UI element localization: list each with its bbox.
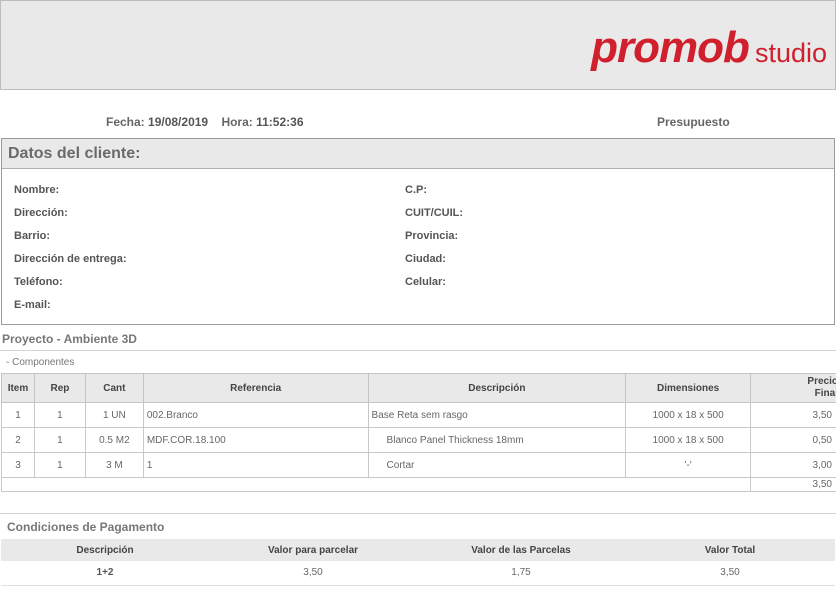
cell-cant: 0.5 M2 bbox=[84, 427, 144, 453]
fecha-value: 19/08/2019 bbox=[148, 115, 209, 129]
field-direccion: Dirección: bbox=[14, 207, 68, 219]
logo-main-text: promob bbox=[591, 23, 750, 72]
field-cuit: CUIT/CUIL: bbox=[405, 207, 464, 219]
cell-price: 3,00 bbox=[750, 452, 836, 478]
cell-rep: 1 bbox=[33, 402, 86, 428]
components-section-label: - Componentes bbox=[6, 357, 75, 368]
pay-col-descripcion: Descripción bbox=[1, 539, 209, 561]
col-rep: Rep bbox=[33, 373, 86, 403]
pay-cell-valor-total: 3,50 bbox=[625, 561, 835, 586]
cell-ref: MDF.COR.18.100 bbox=[142, 427, 369, 453]
client-box: Datos del cliente: Nombre: Dirección: Ba… bbox=[1, 138, 835, 325]
items-header-row: Item Rep Cant Referencia Descripción Dim… bbox=[1, 373, 836, 403]
col-precio-final: Precio Final bbox=[750, 373, 836, 403]
field-nombre: Nombre: bbox=[14, 184, 60, 196]
table-row: 2 1 0.5 M2 MDF.COR.18.100 Blanco Panel T… bbox=[1, 427, 836, 453]
logo-sub-text: studio bbox=[754, 38, 827, 68]
client-title: Datos del cliente: bbox=[2, 139, 834, 169]
field-email: E-mail: bbox=[14, 299, 51, 311]
document-type: Presupuesto bbox=[657, 115, 730, 129]
total-value: 3,50 bbox=[750, 477, 836, 492]
pay-col-valor-parcelar: Valor para parcelar bbox=[209, 539, 417, 561]
cell-dim: 1000 x 18 x 500 bbox=[625, 427, 752, 453]
cell-price: 3,50 bbox=[750, 402, 836, 428]
pay-col-valor-parcelas: Valor de las Parcelas bbox=[417, 539, 625, 561]
pay-cell-valor-parcelar: 3,50 bbox=[209, 561, 417, 586]
col-cant: Cant bbox=[84, 373, 144, 403]
cell-price: 0,50 bbox=[750, 427, 836, 453]
cell-cant: 3 M bbox=[84, 452, 144, 478]
cell-desc: Base Reta sem rasgo bbox=[367, 402, 627, 428]
col-precio-line2: Final bbox=[814, 388, 836, 399]
cell-cant: 1 UN bbox=[84, 402, 144, 428]
cell-item: 1 bbox=[1, 402, 35, 428]
cell-desc: Blanco Panel Thickness 18mm bbox=[367, 427, 627, 453]
pay-cell-valor-parcelas: 1,75 bbox=[417, 561, 625, 586]
cell-ref: 1 bbox=[142, 452, 369, 478]
hora-label: Hora: bbox=[221, 115, 253, 129]
table-row: 1 1 1 UN 002.Branco Base Reta sem rasgo … bbox=[1, 402, 836, 428]
cell-dim: 1000 x 18 x 500 bbox=[625, 402, 752, 428]
col-item: Item bbox=[1, 373, 35, 403]
field-barrio: Barrio: bbox=[14, 230, 51, 242]
cell-ref: 002.Branco bbox=[142, 402, 369, 428]
col-dimensiones: Dimensiones bbox=[625, 373, 752, 403]
cell-dim: '-' bbox=[625, 452, 752, 478]
header-band: promob studio bbox=[0, 0, 836, 90]
project-title: Proyecto - Ambiente 3D bbox=[2, 332, 137, 346]
col-referencia: Referencia bbox=[142, 373, 369, 403]
cell-item: 2 bbox=[1, 427, 35, 453]
field-cp: C.P: bbox=[405, 184, 427, 196]
col-precio-line1: Precio bbox=[807, 376, 836, 387]
divider bbox=[0, 513, 836, 514]
payment-title: Condiciones de Pagamento bbox=[7, 520, 165, 534]
cell-desc: Cortar bbox=[367, 452, 627, 478]
divider bbox=[0, 350, 836, 351]
pay-cell-descripcion: 1+2 bbox=[1, 561, 209, 586]
date-time-line: Fecha: 19/08/2019 Hora: 11:52:36 bbox=[106, 115, 304, 129]
field-ciudad: Ciudad: bbox=[405, 253, 446, 265]
total-row: 3,50 bbox=[0, 477, 836, 492]
payment-header-row: Descripción Valor para parcelar Valor de… bbox=[1, 539, 835, 561]
hora-value: 11:52:36 bbox=[256, 115, 304, 129]
field-telefono: Teléfono: bbox=[14, 276, 63, 288]
cell-rep: 1 bbox=[33, 427, 86, 453]
promob-logo: promob studio bbox=[591, 23, 827, 73]
table-row: 1+2 3,50 1,75 3,50 bbox=[1, 561, 835, 586]
field-provincia: Provincia: bbox=[405, 230, 459, 242]
field-direccion-entrega: Dirección de entrega: bbox=[14, 253, 127, 265]
total-spacer bbox=[0, 477, 752, 492]
col-descripcion: Descripción bbox=[367, 373, 627, 403]
pay-col-valor-total: Valor Total bbox=[625, 539, 835, 561]
cell-item: 3 bbox=[1, 452, 35, 478]
cell-rep: 1 bbox=[33, 452, 86, 478]
field-celular: Celular: bbox=[405, 276, 446, 288]
items-table: Item Rep Cant Referencia Descripción Dim… bbox=[0, 373, 836, 492]
payment-table: Descripción Valor para parcelar Valor de… bbox=[1, 539, 835, 586]
fecha-label: Fecha: bbox=[106, 115, 145, 129]
table-row: 3 1 3 M 1 Cortar '-' 3,00 bbox=[1, 452, 836, 478]
